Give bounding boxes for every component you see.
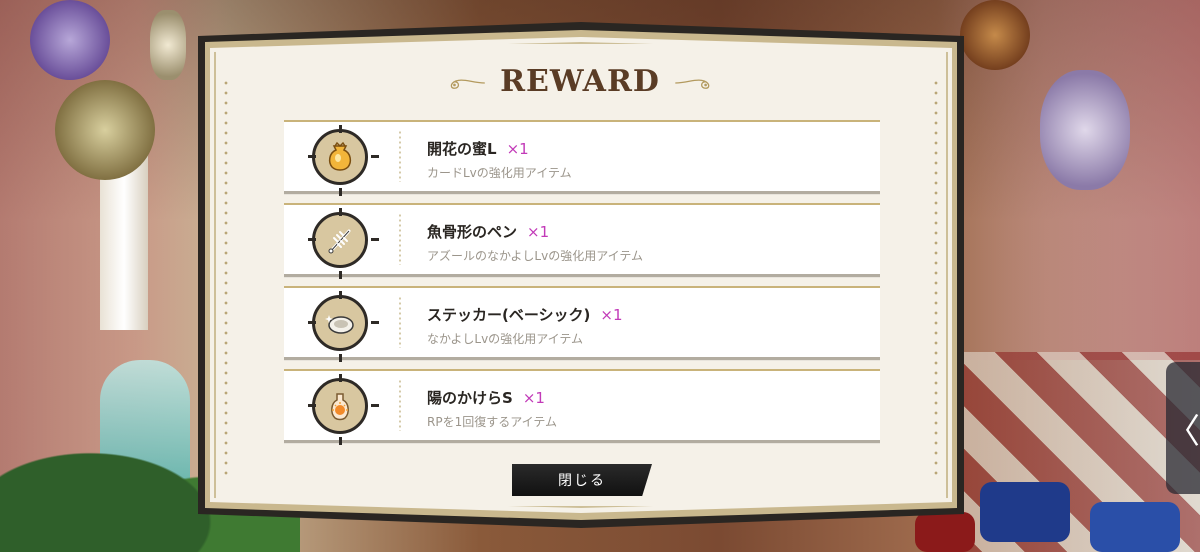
item-quantity: ×1 bbox=[522, 389, 545, 407]
lantern bbox=[55, 80, 155, 180]
item-name: ステッカー(ベーシック) ×1 bbox=[427, 306, 623, 324]
item-description: アズールのなかよしLvの強化用アイテム bbox=[427, 249, 643, 263]
item-description: なかよしLvの強化用アイテム bbox=[427, 332, 583, 346]
item-quantity: ×1 bbox=[600, 306, 623, 324]
item-icon-cell bbox=[284, 205, 396, 274]
side-nav-button[interactable]: 〈 bbox=[1166, 362, 1200, 494]
sticker-icon bbox=[308, 290, 368, 351]
item-icon-cell bbox=[284, 122, 396, 191]
cushion bbox=[980, 482, 1070, 542]
close-button[interactable]: 閉じる bbox=[512, 464, 652, 496]
item-quantity: ×1 bbox=[506, 140, 529, 158]
reward-item-honey: 開花の蜜L ×1 カードLvの強化用アイテム bbox=[284, 120, 880, 194]
chevron-left-icon: 〈 bbox=[1166, 411, 1200, 452]
item-name: 開花の蜜L ×1 bbox=[427, 140, 529, 158]
item-name: 魚骨形のペン ×1 bbox=[427, 223, 550, 241]
sun-fragment-bottle-icon bbox=[308, 373, 368, 434]
reward-item-sticker: ステッカー(ベーシック) ×1 なかよしLvの強化用アイテム bbox=[284, 286, 880, 360]
dialog-title: REWARD bbox=[500, 63, 660, 99]
item-icon-cell bbox=[284, 288, 396, 357]
lantern bbox=[30, 0, 110, 80]
reward-item-sun-fragment: 陽のかけらS ×1 RPを1回復するアイテム bbox=[284, 369, 880, 443]
item-description: RPを1回復するアイテム bbox=[427, 415, 558, 429]
row-divider bbox=[399, 296, 401, 348]
item-quantity: ×1 bbox=[527, 223, 550, 241]
honey-jar-icon bbox=[308, 124, 368, 185]
item-name: 陽のかけらS ×1 bbox=[427, 389, 545, 407]
row-divider bbox=[399, 379, 401, 431]
dotted-border-right bbox=[934, 78, 938, 478]
ornament-left-icon bbox=[450, 79, 485, 89]
item-icon-cell bbox=[284, 371, 396, 440]
dotted-border-left bbox=[224, 78, 228, 478]
cushion bbox=[915, 512, 975, 552]
cushion bbox=[1090, 502, 1180, 552]
row-divider bbox=[399, 130, 401, 182]
row-divider bbox=[399, 213, 401, 265]
lantern bbox=[1040, 70, 1130, 190]
reward-list: 開花の蜜L ×1 カードLvの強化用アイテム 魚骨形のペン ×1 アズールのなかよし… bbox=[284, 120, 880, 452]
fishbone-pen-icon bbox=[308, 207, 368, 268]
reward-item-pen: 魚骨形のペン ×1 アズールのなかよしLvの強化用アイテム bbox=[284, 203, 880, 277]
item-description: カードLvの強化用アイテム bbox=[427, 166, 572, 180]
lantern bbox=[150, 10, 186, 80]
ornament-right-icon bbox=[675, 79, 710, 89]
dialog-header: REWARD bbox=[440, 56, 720, 106]
lantern bbox=[960, 0, 1030, 70]
